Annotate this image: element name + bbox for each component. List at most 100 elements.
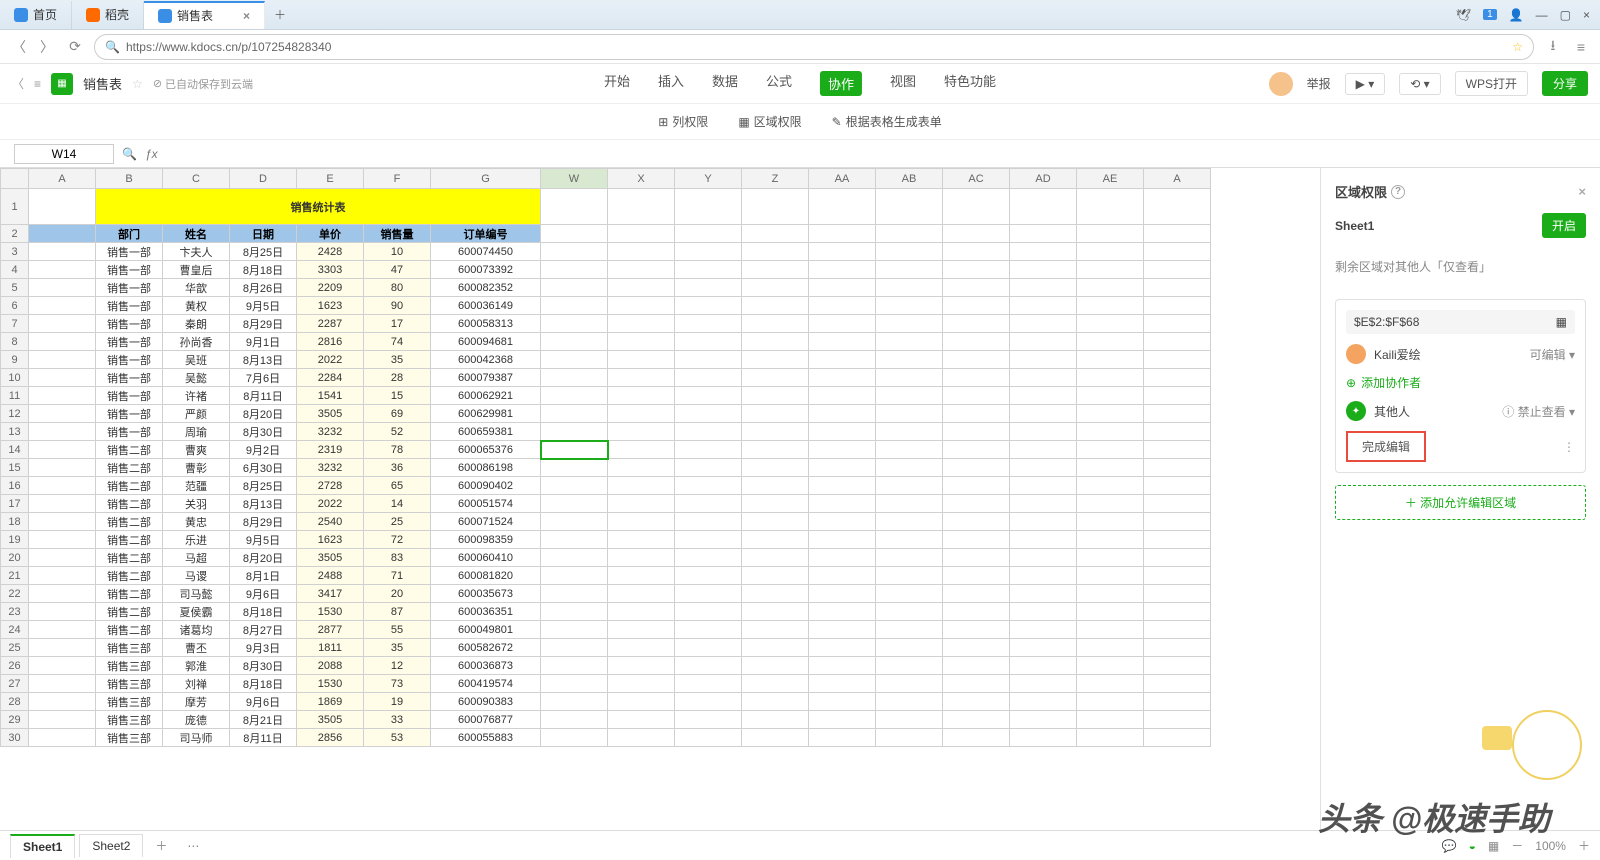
empty-cell[interactable]: [1077, 513, 1144, 531]
data-cell[interactable]: 8月29日: [230, 315, 297, 333]
present-button[interactable]: ▶ ▾: [1345, 73, 1386, 95]
add-collaborator-button[interactable]: ⊕添加协作者: [1346, 374, 1575, 391]
data-cell[interactable]: 8月18日: [230, 261, 297, 279]
empty-cell[interactable]: [943, 549, 1010, 567]
empty-cell[interactable]: [1077, 675, 1144, 693]
comment-icon[interactable]: 💬: [1442, 839, 1457, 853]
row-header[interactable]: 3: [1, 243, 29, 261]
row-header[interactable]: 2: [1, 225, 29, 243]
empty-cell[interactable]: [608, 459, 675, 477]
empty-cell[interactable]: [1077, 531, 1144, 549]
empty-cell[interactable]: [541, 513, 608, 531]
data-cell[interactable]: 司马懿: [163, 585, 230, 603]
data-cell[interactable]: 销售一部: [96, 261, 163, 279]
data-cell[interactable]: 600062921: [431, 387, 541, 405]
empty-cell[interactable]: [809, 405, 876, 423]
data-cell[interactable]: 10: [364, 243, 431, 261]
menu-formula[interactable]: 公式: [766, 71, 792, 96]
row-header[interactable]: 26: [1, 657, 29, 675]
data-cell[interactable]: 卞夫人: [163, 243, 230, 261]
empty-cell[interactable]: [876, 675, 943, 693]
empty-cell[interactable]: [1010, 459, 1077, 477]
empty-cell[interactable]: [608, 693, 675, 711]
data-cell[interactable]: 17: [364, 315, 431, 333]
data-cell[interactable]: 3232: [297, 459, 364, 477]
empty-cell[interactable]: [742, 603, 809, 621]
empty-cell[interactable]: [1010, 585, 1077, 603]
column-header[interactable]: F: [364, 169, 431, 189]
empty-cell[interactable]: [943, 279, 1010, 297]
data-cell[interactable]: 秦朗: [163, 315, 230, 333]
bookmark-star-icon[interactable]: ☆: [1512, 40, 1523, 54]
empty-cell[interactable]: [1077, 693, 1144, 711]
data-cell[interactable]: 销售二部: [96, 495, 163, 513]
row-header[interactable]: 13: [1, 423, 29, 441]
empty-cell[interactable]: [675, 333, 742, 351]
empty-cell[interactable]: [876, 459, 943, 477]
empty-cell[interactable]: [1144, 441, 1211, 459]
empty-cell[interactable]: [876, 405, 943, 423]
data-cell[interactable]: 9月1日: [230, 333, 297, 351]
empty-cell[interactable]: [943, 603, 1010, 621]
empty-cell[interactable]: [1144, 585, 1211, 603]
empty-cell[interactable]: [608, 657, 675, 675]
data-cell[interactable]: 曹彰: [163, 459, 230, 477]
download-icon[interactable]: ⭳: [1544, 35, 1562, 59]
data-cell[interactable]: 600086198: [431, 459, 541, 477]
tab-current-doc[interactable]: 销售表×: [144, 1, 265, 29]
data-cell[interactable]: 600036873: [431, 657, 541, 675]
data-cell[interactable]: 8月25日: [230, 243, 297, 261]
row-header[interactable]: 15: [1, 459, 29, 477]
empty-cell[interactable]: [1144, 243, 1211, 261]
empty-cell[interactable]: [541, 531, 608, 549]
url-input[interactable]: [126, 40, 1506, 54]
empty-cell[interactable]: [1144, 279, 1211, 297]
empty-cell[interactable]: [1010, 243, 1077, 261]
empty-cell[interactable]: [809, 495, 876, 513]
empty-cell[interactable]: [541, 603, 608, 621]
data-cell[interactable]: 8月27日: [230, 621, 297, 639]
empty-cell[interactable]: [742, 423, 809, 441]
data-cell[interactable]: 71: [364, 567, 431, 585]
empty-cell[interactable]: [742, 513, 809, 531]
data-cell[interactable]: 9月2日: [230, 441, 297, 459]
data-cell[interactable]: 2287: [297, 315, 364, 333]
empty-cell[interactable]: [675, 657, 742, 675]
reload-icon[interactable]: ⟳: [66, 38, 84, 55]
empty-cell[interactable]: [1144, 621, 1211, 639]
empty-cell[interactable]: [608, 243, 675, 261]
empty-cell[interactable]: [809, 567, 876, 585]
empty-cell[interactable]: [1010, 495, 1077, 513]
empty-cell[interactable]: [1144, 315, 1211, 333]
empty-cell[interactable]: [876, 297, 943, 315]
empty-cell[interactable]: [742, 297, 809, 315]
empty-cell[interactable]: [675, 531, 742, 549]
empty-cell[interactable]: [608, 585, 675, 603]
data-cell[interactable]: 3505: [297, 711, 364, 729]
empty-cell[interactable]: [1077, 459, 1144, 477]
data-cell[interactable]: 2540: [297, 513, 364, 531]
data-cell[interactable]: 28: [364, 369, 431, 387]
data-cell[interactable]: 35: [364, 351, 431, 369]
empty-cell[interactable]: [742, 387, 809, 405]
empty-cell[interactable]: [608, 531, 675, 549]
more-icon[interactable]: ⋮: [1563, 440, 1575, 454]
data-cell[interactable]: 销售二部: [96, 603, 163, 621]
row-header[interactable]: 17: [1, 495, 29, 513]
empty-cell[interactable]: [876, 387, 943, 405]
hamburger-icon[interactable]: ≡: [34, 77, 41, 91]
empty-cell[interactable]: [742, 441, 809, 459]
tab-home[interactable]: 首页: [0, 1, 72, 29]
data-cell[interactable]: 8月18日: [230, 603, 297, 621]
data-cell[interactable]: 郭淮: [163, 657, 230, 675]
empty-cell[interactable]: [742, 477, 809, 495]
empty-cell[interactable]: [675, 549, 742, 567]
data-cell[interactable]: 600074450: [431, 243, 541, 261]
empty-cell[interactable]: [876, 621, 943, 639]
data-cell[interactable]: 销售一部: [96, 369, 163, 387]
row-header[interactable]: 5: [1, 279, 29, 297]
data-cell[interactable]: 47: [364, 261, 431, 279]
data-cell[interactable]: 2488: [297, 567, 364, 585]
empty-cell[interactable]: [809, 297, 876, 315]
empty-cell[interactable]: [1144, 549, 1211, 567]
